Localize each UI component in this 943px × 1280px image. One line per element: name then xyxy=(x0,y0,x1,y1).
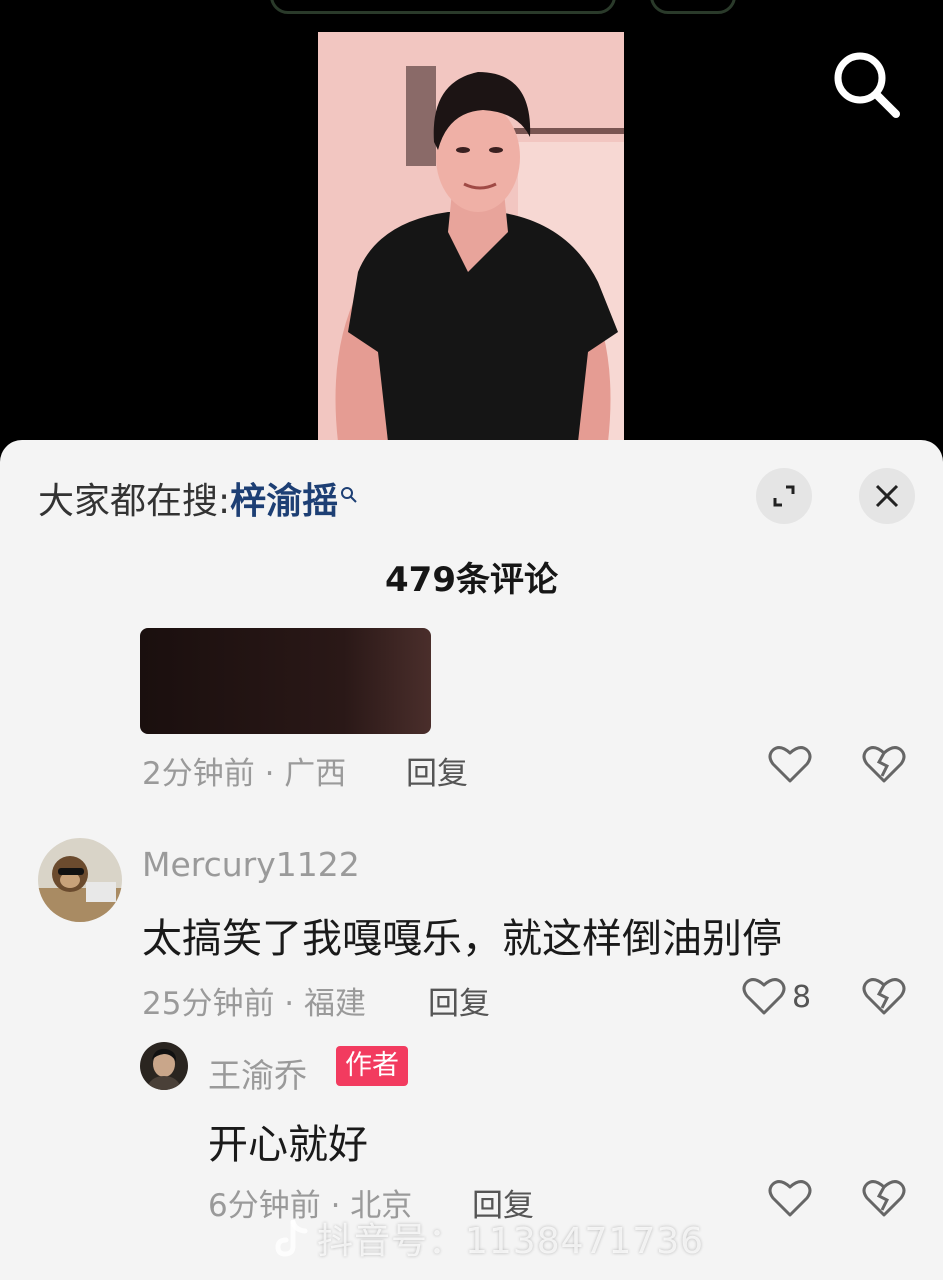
reply-button[interactable]: 回复 xyxy=(428,978,490,1023)
person-figure-image xyxy=(318,32,624,442)
commenter-avatar[interactable] xyxy=(38,838,122,922)
comment-meta: 25分钟前 · 福建 xyxy=(142,986,367,1022)
heart-icon xyxy=(768,1180,812,1217)
heart-icon xyxy=(742,978,786,1015)
commenter-username[interactable]: Mercury1122 xyxy=(142,845,360,884)
author-avatar[interactable] xyxy=(140,1042,188,1090)
douyin-logo-icon xyxy=(275,1219,309,1267)
reply-button[interactable]: 回复 xyxy=(406,748,468,793)
dislike-button[interactable] xyxy=(862,976,906,1020)
comment-image-thumbnail[interactable] xyxy=(140,628,431,734)
like-button[interactable] xyxy=(768,744,812,788)
author-avatar-image xyxy=(140,1042,188,1090)
douyin-watermark: 抖音号：1138471736 xyxy=(275,1212,704,1267)
like-count: 8 xyxy=(792,980,812,1015)
comment-count-title: 479条评论 xyxy=(385,560,558,600)
trending-search-term[interactable]: 梓渝摇 xyxy=(230,481,338,522)
expand-button[interactable] xyxy=(756,468,812,524)
broken-heart-icon xyxy=(862,978,906,1015)
video-preview[interactable] xyxy=(318,32,624,442)
comment-text: 开心就好 xyxy=(208,1122,368,1168)
comment-meta: 2分钟前 · 广西 xyxy=(142,756,347,792)
top-tab-pill-small[interactable] xyxy=(650,0,736,14)
author-username[interactable]: 王渝乔 xyxy=(208,1049,307,1097)
watermark-text: 抖音号：1138471736 xyxy=(317,1221,705,1262)
trending-search-bar[interactable]: 大家都在搜:梓渝摇 xyxy=(38,472,358,524)
small-search-icon xyxy=(340,472,358,513)
video-area xyxy=(0,0,943,460)
dislike-button[interactable] xyxy=(862,1178,906,1222)
search-icon xyxy=(834,52,900,118)
like-button[interactable] xyxy=(742,976,786,1020)
close-icon xyxy=(875,484,899,508)
search-button[interactable] xyxy=(826,44,906,124)
broken-heart-icon xyxy=(862,746,906,783)
dislike-button[interactable] xyxy=(862,744,906,788)
top-tab-pill[interactable] xyxy=(270,0,616,14)
expand-icon xyxy=(773,485,795,507)
heart-icon xyxy=(768,746,812,783)
author-badge: 作者 xyxy=(336,1046,408,1086)
like-button[interactable] xyxy=(768,1178,812,1222)
broken-heart-icon xyxy=(862,1180,906,1217)
trending-search-prefix: 大家都在搜: xyxy=(38,481,231,522)
comment-text: 太搞笑了我嘎嘎乐，就这样倒油别停 xyxy=(142,916,782,962)
close-button[interactable] xyxy=(859,468,915,524)
monkey-avatar-image xyxy=(38,838,122,922)
